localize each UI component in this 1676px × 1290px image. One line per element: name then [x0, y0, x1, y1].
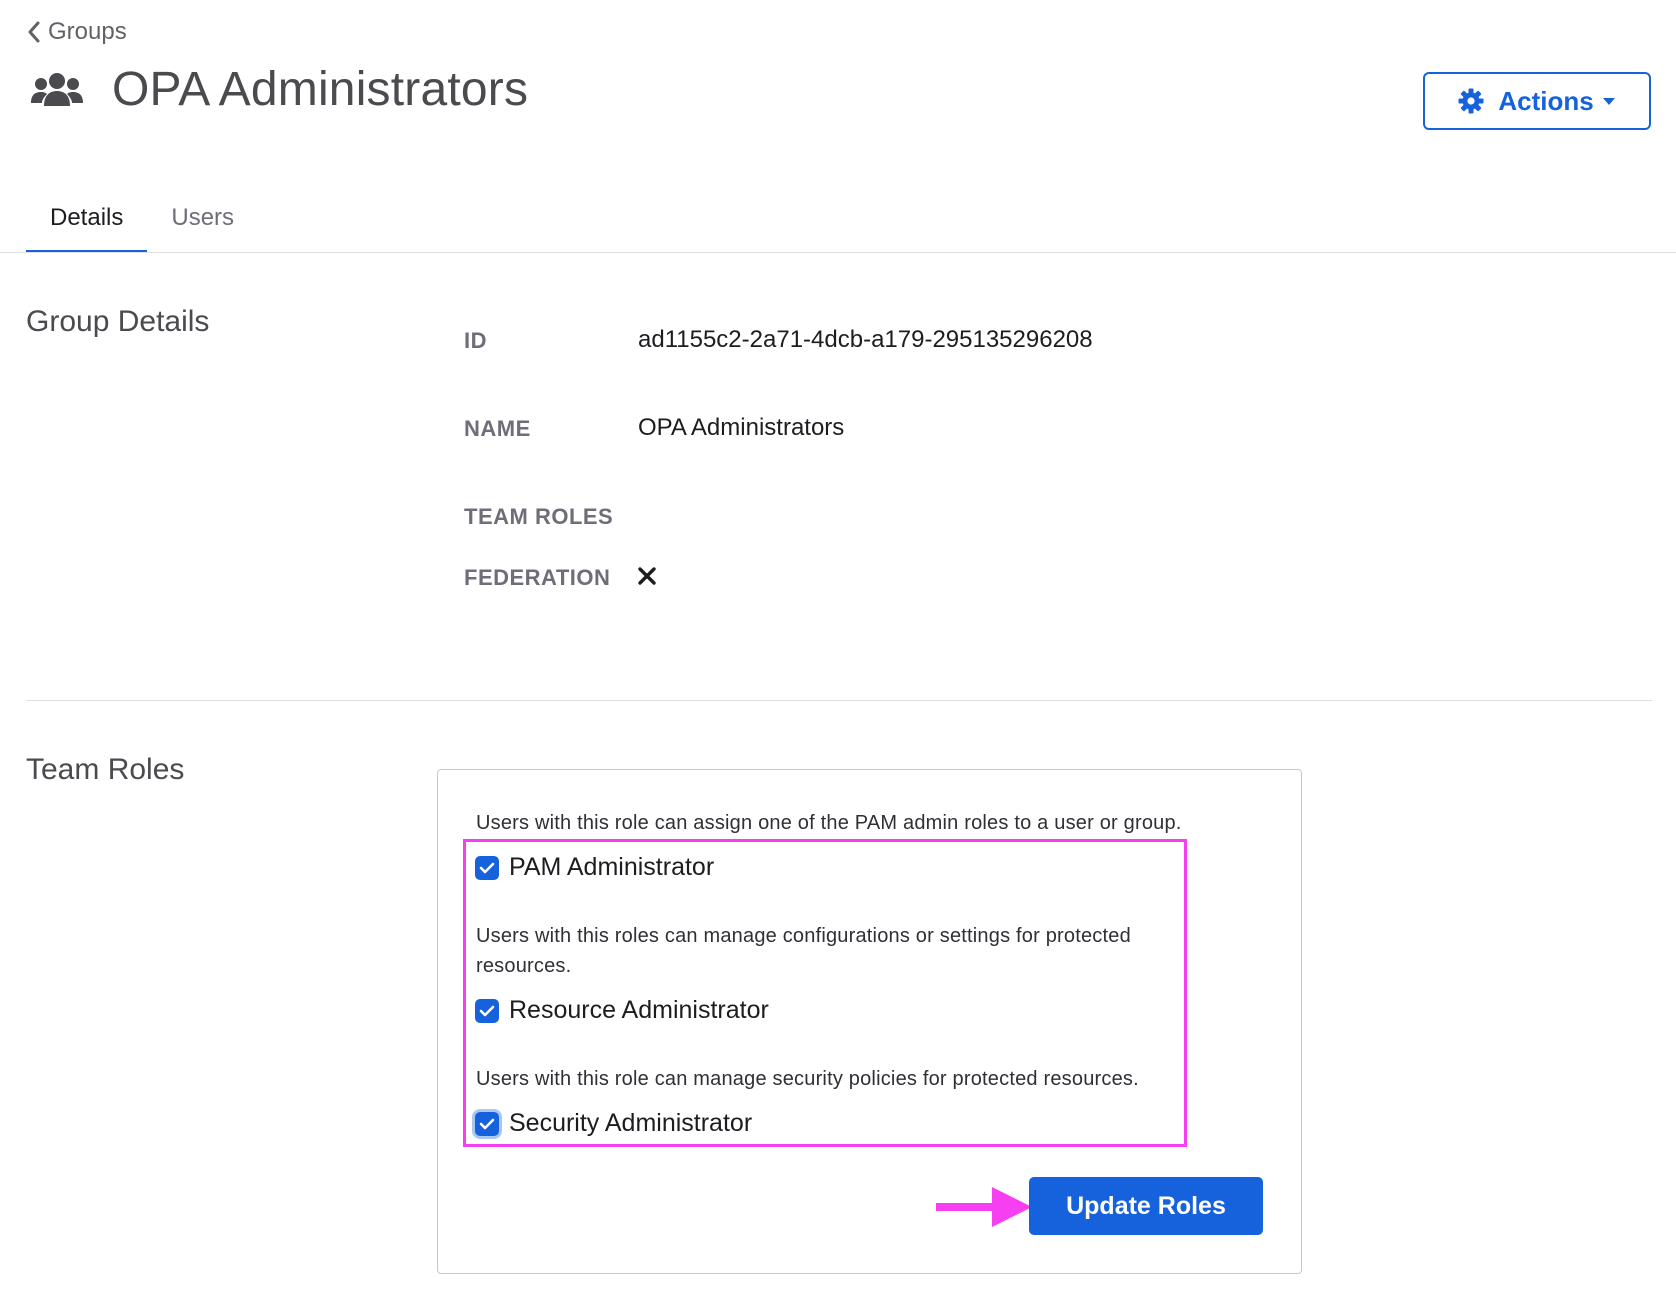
resource-admin-description: Users with this roles can manage configu… [476, 925, 1131, 977]
tab-users[interactable]: Users [147, 196, 258, 253]
resource-admin-checkbox[interactable] [475, 998, 499, 1023]
section-divider [26, 700, 1652, 701]
chevron-left-icon [28, 21, 40, 43]
id-value: ad1155c2-2a71-4dcb-a179-295135296208 [638, 326, 1093, 353]
back-label: Groups [48, 18, 127, 45]
pam-admin-description: Users with this role can assign one of t… [476, 812, 1182, 834]
back-to-groups-link[interactable]: Groups [26, 18, 127, 46]
security-admin-checkbox-row[interactable]: Security Administrator [475, 1109, 752, 1138]
gear-icon [1458, 88, 1484, 114]
annotation-arrow-icon [936, 1187, 1032, 1227]
tab-bar: Details Users [26, 196, 258, 253]
pam-admin-checkbox[interactable] [475, 855, 499, 880]
federation-label: FEDERATION [464, 565, 611, 590]
security-admin-label: Security Administrator [509, 1109, 753, 1137]
page-header: OPA Administrators [30, 62, 528, 117]
name-label: NAME [464, 416, 531, 441]
check-icon [479, 862, 495, 873]
security-admin-checkbox[interactable] [475, 1111, 499, 1136]
pam-admin-checkbox-row[interactable]: PAM Administrator [475, 853, 714, 882]
tab-divider [0, 252, 1676, 253]
users-group-icon [31, 72, 83, 106]
name-value: OPA Administrators [638, 414, 845, 441]
x-icon [638, 567, 656, 585]
update-roles-button[interactable]: Update Roles [1029, 1177, 1263, 1235]
team-roles-label: TEAM ROLES [464, 504, 614, 529]
page-title: OPA Administrators [112, 63, 529, 116]
actions-button[interactable]: Actions [1423, 72, 1651, 130]
id-label: ID [464, 328, 487, 353]
security-admin-description: Users with this role can manage security… [476, 1068, 1139, 1090]
actions-label: Actions [1498, 85, 1594, 116]
resource-admin-label: Resource Administrator [509, 996, 769, 1024]
tab-details[interactable]: Details [26, 196, 148, 253]
group-details-title: Group Details [26, 305, 210, 338]
resource-admin-checkbox-row[interactable]: Resource Administrator [475, 996, 769, 1025]
caret-down-icon [1602, 98, 1615, 105]
pam-admin-label: PAM Administrator [509, 853, 715, 881]
team-roles-title: Team Roles [26, 753, 185, 786]
check-icon [479, 1005, 495, 1016]
check-icon [479, 1118, 495, 1129]
